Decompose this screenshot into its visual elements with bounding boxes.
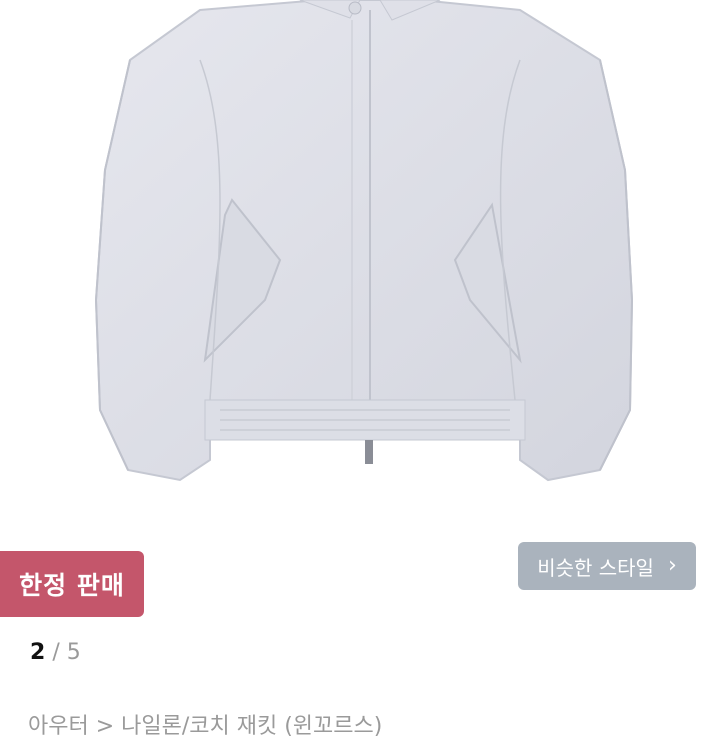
pager-total: 5 <box>66 640 81 665</box>
image-pager: 2 / 5 <box>30 640 81 665</box>
chevron-right-icon: › <box>667 553 677 578</box>
limited-sale-badge: 한정 판매 <box>0 551 144 617</box>
product-image[interactable] <box>0 0 728 530</box>
category-breadcrumb[interactable]: 아우터 > 나일론/코치 재킷 (윈꼬르스) <box>28 708 382 740</box>
limited-sale-label: 한정 판매 <box>19 571 125 600</box>
similar-style-button[interactable]: 비슷한 스타일 › <box>518 542 696 590</box>
similar-style-label: 비슷한 스타일 <box>537 555 654 580</box>
breadcrumb-text[interactable]: 아우터 > 나일론/코치 재킷 (윈꼬르스) <box>28 714 382 739</box>
jacket-illustration <box>94 0 634 482</box>
pager-separator: / <box>52 640 60 665</box>
pager-current: 2 <box>30 640 46 665</box>
